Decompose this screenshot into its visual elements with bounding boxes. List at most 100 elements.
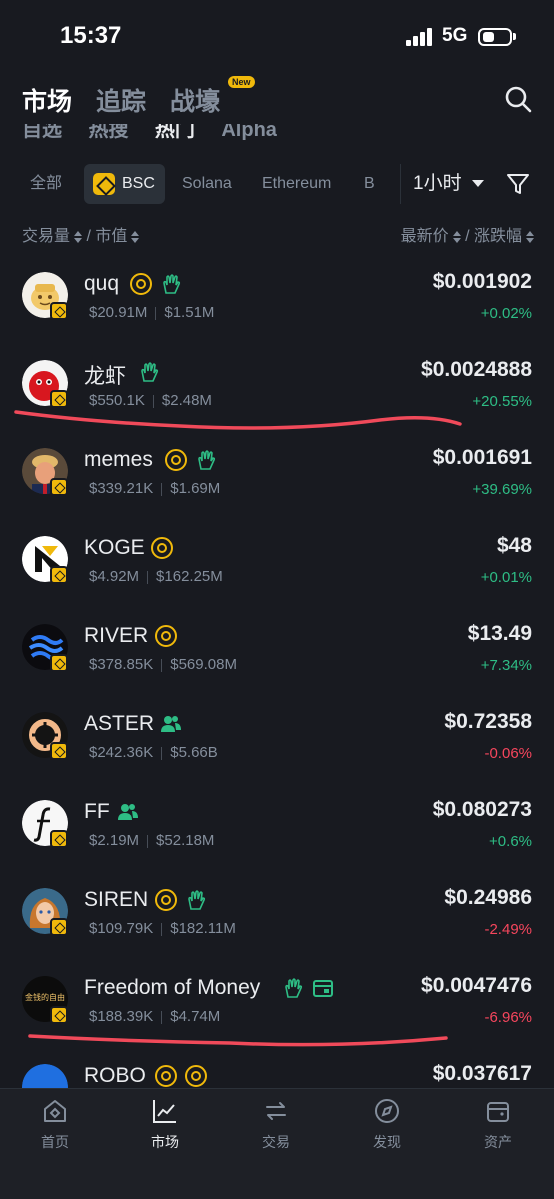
- hand-icon: [138, 361, 160, 383]
- nav-trade[interactable]: 交易: [221, 1089, 331, 1159]
- search-icon[interactable]: [504, 85, 532, 113]
- token-volume: $378.85K: [89, 656, 154, 673]
- token-row[interactable]: SIREN $109.79K $182.11M $0.24986 -2.49%: [0, 868, 554, 956]
- token-row[interactable]: 龙虾 $550.1K $2.48M $0.0024888 +20.55%: [0, 340, 554, 428]
- bsc-chain-badge: [50, 566, 68, 584]
- token-price: $0.037617: [432, 1062, 532, 1085]
- v-icon: [185, 1065, 208, 1087]
- token-name: ROBO: [84, 1064, 146, 1087]
- token-mcap: $5.66B: [170, 744, 218, 761]
- token-row[interactable]: RIVER $378.85K $569.08M $13.49 +7.34%: [0, 604, 554, 692]
- divider: [147, 834, 149, 848]
- token-tags: [155, 625, 181, 647]
- token-mcap: $1.51M: [164, 304, 215, 321]
- col-mcap-label: 市值: [95, 228, 128, 245]
- token-change: +39.69%: [472, 481, 532, 498]
- token-mcap: $2.48M: [161, 392, 212, 409]
- bsc-chain-badge: [50, 918, 68, 936]
- column-header: 交易量 / 市值 最新价 / 涨跌幅: [22, 222, 534, 246]
- token-change: +0.01%: [480, 569, 532, 586]
- chain-all[interactable]: 全部: [30, 164, 62, 204]
- bsc-chain-badge: [50, 742, 68, 760]
- token-price: $0.72358: [444, 710, 532, 733]
- token-row[interactable]: memes $339.21K $1.69M $0.001691 +39.69%: [0, 428, 554, 516]
- tab-market[interactable]: 市场: [22, 82, 72, 118]
- token-row[interactable]: ROBO $0.037617: [0, 1044, 554, 1090]
- bsc-logo-icon: [93, 173, 115, 195]
- token-price: $0.0047476: [421, 974, 532, 997]
- chain-solana[interactable]: Solana: [182, 164, 232, 204]
- sort-icon: [131, 230, 140, 243]
- token-row[interactable]: ASTER $242.36K $5.66B $0.72358 -0.06%: [0, 692, 554, 780]
- sort-icon: [452, 230, 461, 243]
- token-stats: $109.79K $182.11M: [89, 920, 236, 937]
- tab-trenches[interactable]: 战壕: [170, 82, 220, 118]
- token-mcap: $182.11M: [170, 920, 236, 937]
- token-mcap: $569.08M: [170, 656, 237, 673]
- token-name: KOGE: [84, 536, 145, 559]
- token-volume: $188.39K: [89, 1008, 154, 1025]
- chain-ethereum[interactable]: Ethereum: [262, 164, 331, 204]
- token-price: $0.001902: [432, 270, 532, 293]
- token-stats: $550.1K $2.48M: [89, 392, 212, 409]
- token-name: SIREN: [84, 888, 149, 911]
- market-chart-icon: [153, 1100, 176, 1123]
- nav-assets[interactable]: 资产: [443, 1089, 553, 1159]
- token-name: FF: [84, 800, 110, 823]
- avatar-text: 金钱的自由: [25, 993, 65, 1002]
- group-icon: [160, 713, 182, 735]
- nav-home[interactable]: 首页: [0, 1089, 110, 1159]
- token-tags: [155, 889, 211, 911]
- token-volume: $20.91M: [89, 304, 148, 321]
- sort-price-change[interactable]: 最新价 / 涨跌幅: [401, 222, 534, 246]
- battery-icon: [478, 28, 512, 46]
- subtab-watchlist[interactable]: 自选: [22, 124, 62, 142]
- token-name: 龙虾: [84, 365, 126, 388]
- chain-b[interactable]: B: [364, 164, 375, 204]
- token-row[interactable]: 金钱的自由 Freedom of Money $188.39K $4.74M $0…: [0, 956, 554, 1044]
- token-tags: [165, 449, 221, 471]
- new-badge: New: [228, 76, 255, 88]
- subtab-popular[interactable]: 热门: [155, 124, 195, 142]
- divider: [161, 746, 163, 760]
- token-change: +0.02%: [480, 305, 532, 322]
- token-volume: $242.36K: [89, 744, 154, 761]
- nav-market[interactable]: 市场: [110, 1089, 220, 1159]
- token-list: quq $20.91M $1.51M $0.001902 +0.02% 龙虾 $5…: [0, 252, 554, 1090]
- token-row[interactable]: quq $20.91M $1.51M $0.001902 +0.02%: [0, 252, 554, 340]
- token-price: $48: [496, 534, 532, 557]
- hand-icon: [160, 273, 182, 295]
- subtab-alpha[interactable]: Alpha: [221, 124, 277, 142]
- filter-icon[interactable]: [506, 172, 530, 196]
- token-tags: [282, 977, 338, 999]
- wallet-icon: [487, 1102, 509, 1122]
- bsc-chain-badge: [50, 390, 68, 408]
- chain-bsc-label: BSC: [122, 175, 155, 192]
- sort-volume-mcap[interactable]: 交易量 / 市值: [22, 222, 140, 246]
- token-avatar: [22, 1064, 68, 1090]
- token-stats: $242.36K $5.66B: [89, 744, 218, 761]
- divider: [161, 658, 163, 672]
- nav-discover[interactable]: 发现: [332, 1089, 442, 1159]
- subtab-hot-search[interactable]: 热搜: [88, 124, 128, 142]
- at-icon: [155, 889, 177, 911]
- token-stats: $2.19M $52.18M: [89, 832, 214, 849]
- tab-track[interactable]: 追踪: [96, 82, 146, 118]
- col-change-label: 涨跌幅: [473, 228, 522, 245]
- chain-bsc[interactable]: BSC: [84, 164, 165, 204]
- token-price: $13.49: [467, 622, 532, 645]
- token-volume: $109.79K: [89, 920, 154, 937]
- time-filter-value: 1小时: [413, 173, 462, 194]
- token-volume: $2.19M: [89, 832, 140, 849]
- status-time: 15:37: [60, 22, 122, 49]
- token-row[interactable]: FF $2.19M $52.18M $0.080273 +0.6%: [0, 780, 554, 868]
- signal-icon: [406, 28, 434, 46]
- time-filter-select[interactable]: 1小时: [400, 164, 484, 204]
- token-row[interactable]: KOGE $4.92M $162.25M $48 +0.01%: [0, 516, 554, 604]
- at-icon: [151, 537, 173, 559]
- token-price: $0.080273: [432, 798, 532, 821]
- at-icon: [155, 625, 177, 647]
- divider: [155, 306, 157, 320]
- bsc-chain-badge: [50, 478, 68, 496]
- token-change: +7.34%: [480, 657, 532, 674]
